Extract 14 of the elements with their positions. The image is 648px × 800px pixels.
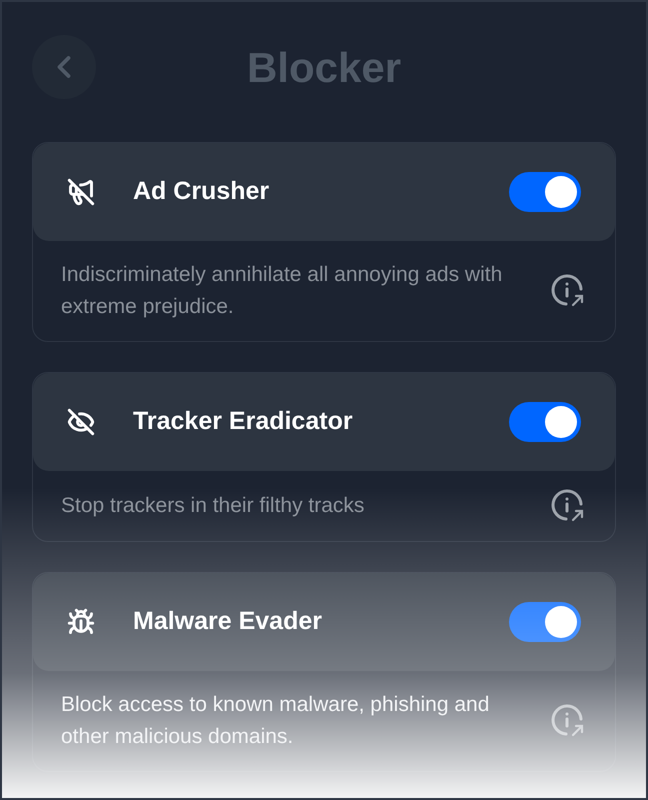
crossed-megaphone-icon <box>67 178 95 206</box>
toggle-switch[interactable] <box>509 602 581 642</box>
blocker-name: Malware Evader <box>133 606 323 638</box>
blocker-name: Tracker Eradicator <box>133 406 354 438</box>
info-link-icon[interactable] <box>551 274 585 308</box>
info-link-icon[interactable] <box>551 489 585 523</box>
blocker-description: Stop trackers in their filthy tracks <box>61 493 366 519</box>
blocker-name: Ad Crusher <box>133 176 270 208</box>
blocker-description: Block access to known malware, phishing and other malicious domains. <box>61 692 490 750</box>
toggle-switch[interactable] <box>509 402 581 442</box>
bug-icon <box>67 608 95 636</box>
blocker-description: Indiscriminately annihilate all annoying ads with extreme prejudice. <box>61 262 504 320</box>
toggle-switch[interactable] <box>509 172 581 212</box>
eye-off-icon <box>67 408 95 436</box>
